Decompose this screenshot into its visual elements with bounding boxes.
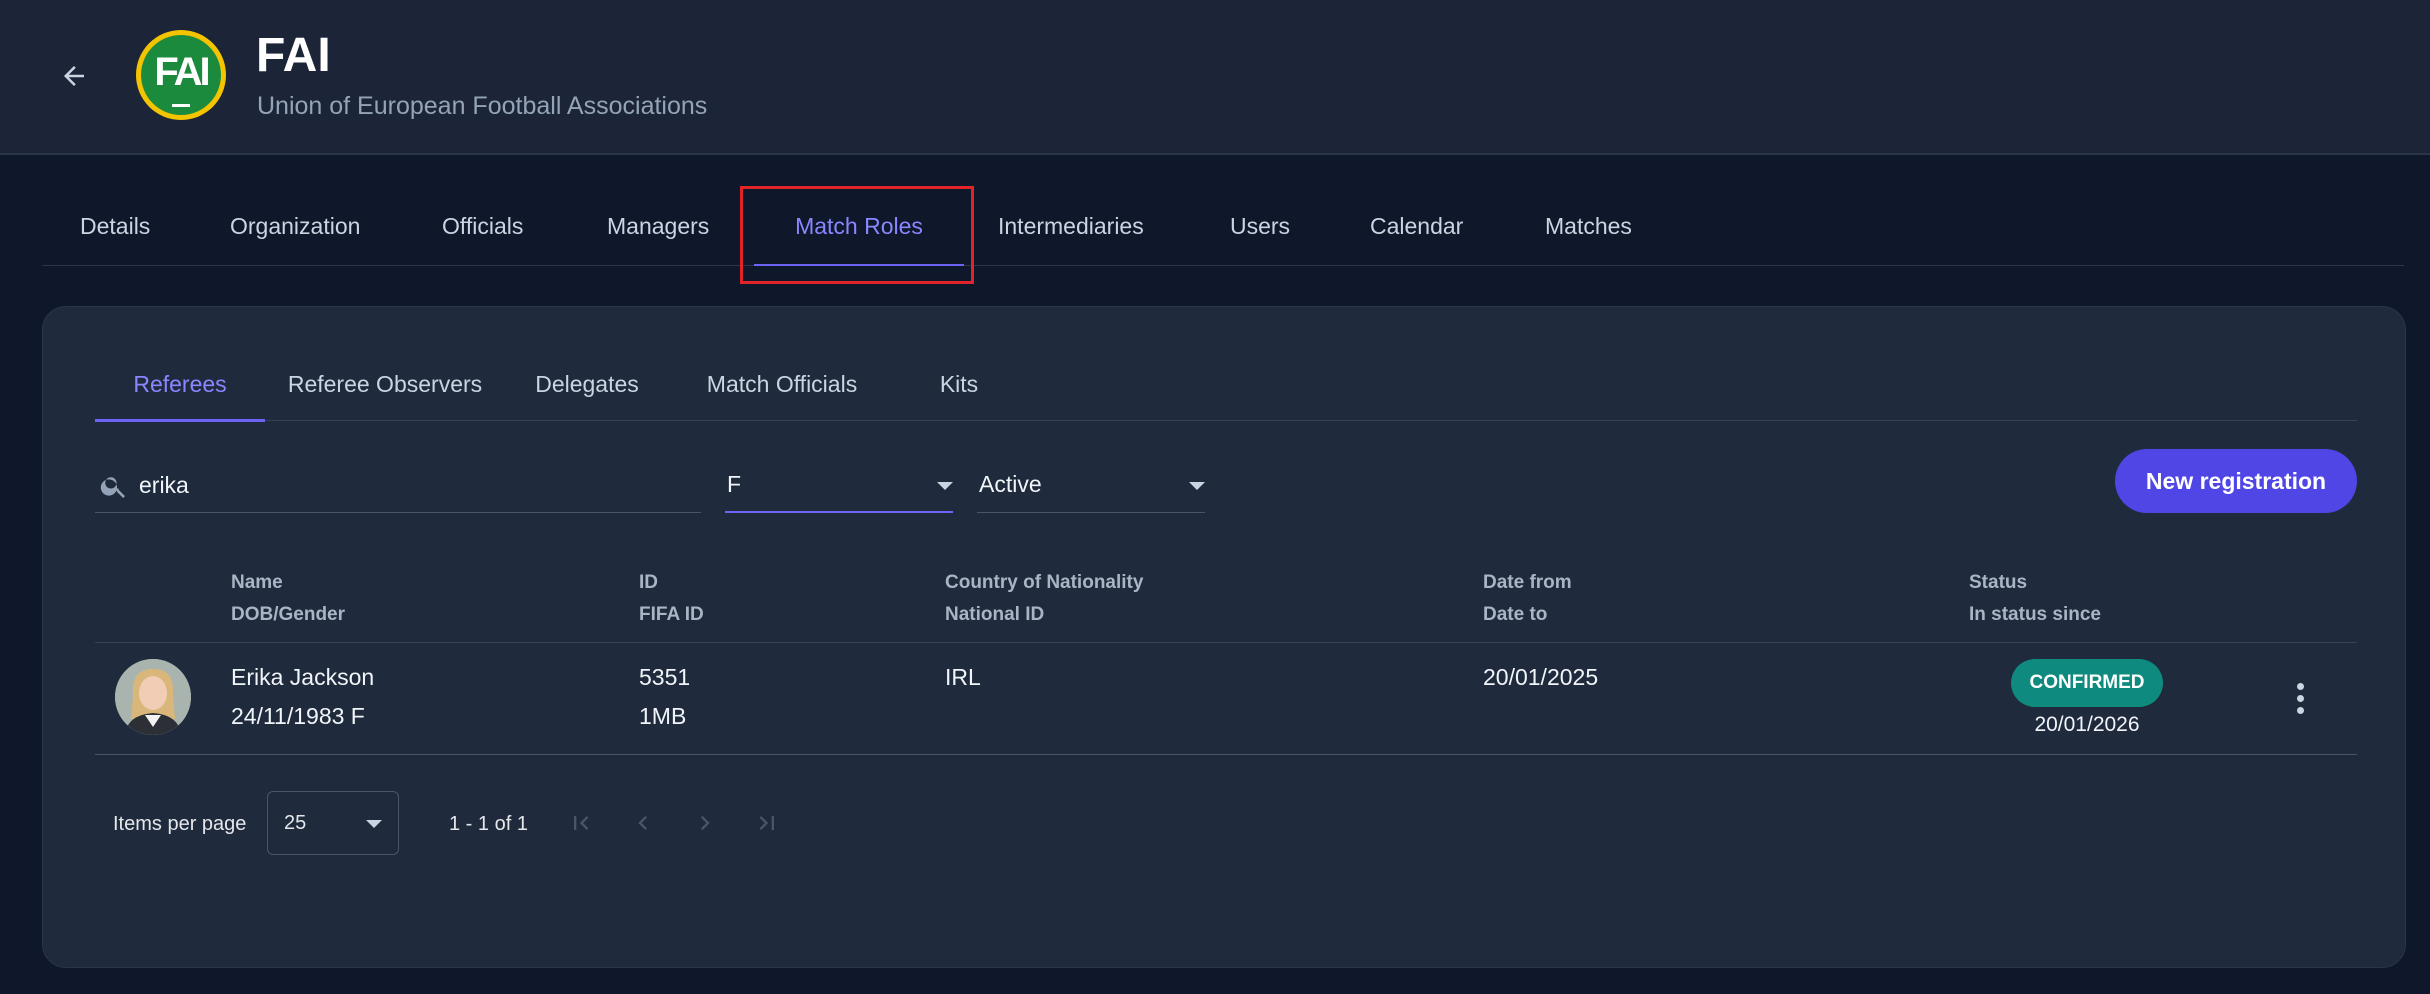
tab-calendar[interactable]: Calendar [1370, 186, 1463, 266]
page-subtitle: Union of European Football Associations [257, 92, 708, 120]
new-registration-button[interactable]: New registration [2115, 449, 2357, 513]
tab-details[interactable]: Details [80, 186, 150, 266]
referee-country: IRL [945, 664, 981, 690]
table-header: Name DOB/Gender ID FIFA ID Country of Na… [95, 557, 2357, 643]
row-more-button[interactable] [2285, 675, 2315, 721]
status-since-date: 20/01/2026 [2034, 713, 2140, 736]
col-header-date-from[interactable]: Date from [1483, 567, 1572, 599]
chevron-down-icon [937, 482, 953, 490]
first-page-icon [574, 816, 589, 830]
tab-officials[interactable]: Officials [442, 186, 523, 266]
tab-intermediaries[interactable]: Intermediaries [998, 186, 1144, 266]
chevron-right-icon [701, 816, 710, 830]
tab-referee-observers[interactable]: Referee Observers [275, 347, 495, 421]
org-header: FAI FAI Union of European Football Assoc… [0, 0, 2430, 155]
chevron-down-icon [366, 820, 382, 828]
gender-select-value: F [727, 471, 742, 497]
back-button[interactable] [56, 58, 92, 94]
col-header-name[interactable]: Name [231, 567, 283, 599]
items-per-page-select[interactable]: 25 [267, 791, 399, 855]
tab-managers[interactable]: Managers [607, 186, 709, 266]
first-page-button[interactable] [561, 803, 601, 843]
match-roles-panel: Referees Referee Observers Delegates Mat… [42, 306, 2406, 968]
arrow-left-icon [64, 66, 84, 86]
col-header-fifa-id[interactable]: FIFA ID [639, 599, 704, 631]
referee-name[interactable]: Erika Jackson [231, 657, 374, 697]
page-title: FAI [256, 29, 331, 82]
search-input[interactable] [139, 465, 689, 505]
tab-users[interactable]: Users [1230, 186, 1290, 266]
tab-match-roles[interactable]: Match Roles [754, 186, 964, 266]
fai-logo: FAI [136, 30, 226, 120]
page: FAI FAI Union of European Football Assoc… [0, 0, 2430, 994]
gender-select[interactable]: F [725, 457, 953, 513]
avatar [115, 659, 191, 735]
col-header-status[interactable]: Status [1969, 567, 2027, 599]
active-subtab-indicator [95, 419, 265, 422]
last-page-icon [759, 816, 774, 830]
tab-referees[interactable]: Referees [95, 347, 265, 422]
tab-match-officials[interactable]: Match Officials [677, 347, 887, 421]
col-header-dob-gender[interactable]: DOB/Gender [231, 599, 345, 631]
referee-dob-gender: 24/11/1983 F [231, 703, 365, 729]
referee-date-from: 20/01/2025 [1483, 664, 1599, 690]
tab-organization[interactable]: Organization [230, 186, 360, 266]
previous-page-button[interactable] [623, 803, 663, 843]
search-icon [100, 477, 125, 498]
chevron-left-icon [638, 816, 647, 830]
status-badge: CONFIRMED [2011, 659, 2163, 707]
col-header-date-to[interactable]: Date to [1483, 599, 1547, 631]
status-select[interactable]: Active [977, 457, 1205, 513]
col-header-status-since[interactable]: In status since [1969, 599, 2101, 631]
tab-matches[interactable]: Matches [1545, 186, 1632, 266]
col-header-national-id[interactable]: National ID [945, 599, 1044, 631]
search-field[interactable] [95, 457, 701, 513]
col-header-country[interactable]: Country of Nationality [945, 567, 1143, 599]
table-row[interactable]: Erika Jackson 24/11/1983 F 5351 1MB IRL … [95, 643, 2357, 755]
paginator-range: 1 - 1 of 1 [449, 813, 528, 835]
tab-delegates[interactable]: Delegates [513, 347, 661, 421]
items-per-page-label: Items per page [113, 813, 247, 835]
main-tabs: Details Organization Officials Managers … [42, 186, 2404, 266]
status-select-value: Active [979, 471, 1042, 497]
more-vertical-icon [2296, 682, 2304, 690]
col-header-id[interactable]: ID [639, 567, 658, 599]
tab-kits[interactable]: Kits [901, 347, 1017, 421]
last-page-button[interactable] [747, 803, 787, 843]
chevron-down-icon [1189, 482, 1205, 490]
next-page-button[interactable] [685, 803, 725, 843]
referee-id: 5351 [639, 664, 691, 690]
active-tab-indicator [754, 264, 964, 266]
referee-fifa-id: 1MB [639, 703, 687, 729]
items-per-page-value: 25 [284, 812, 307, 834]
logo-text: FAI [154, 49, 210, 94]
match-role-tabs: Referees Referee Observers Delegates Mat… [95, 347, 2357, 422]
